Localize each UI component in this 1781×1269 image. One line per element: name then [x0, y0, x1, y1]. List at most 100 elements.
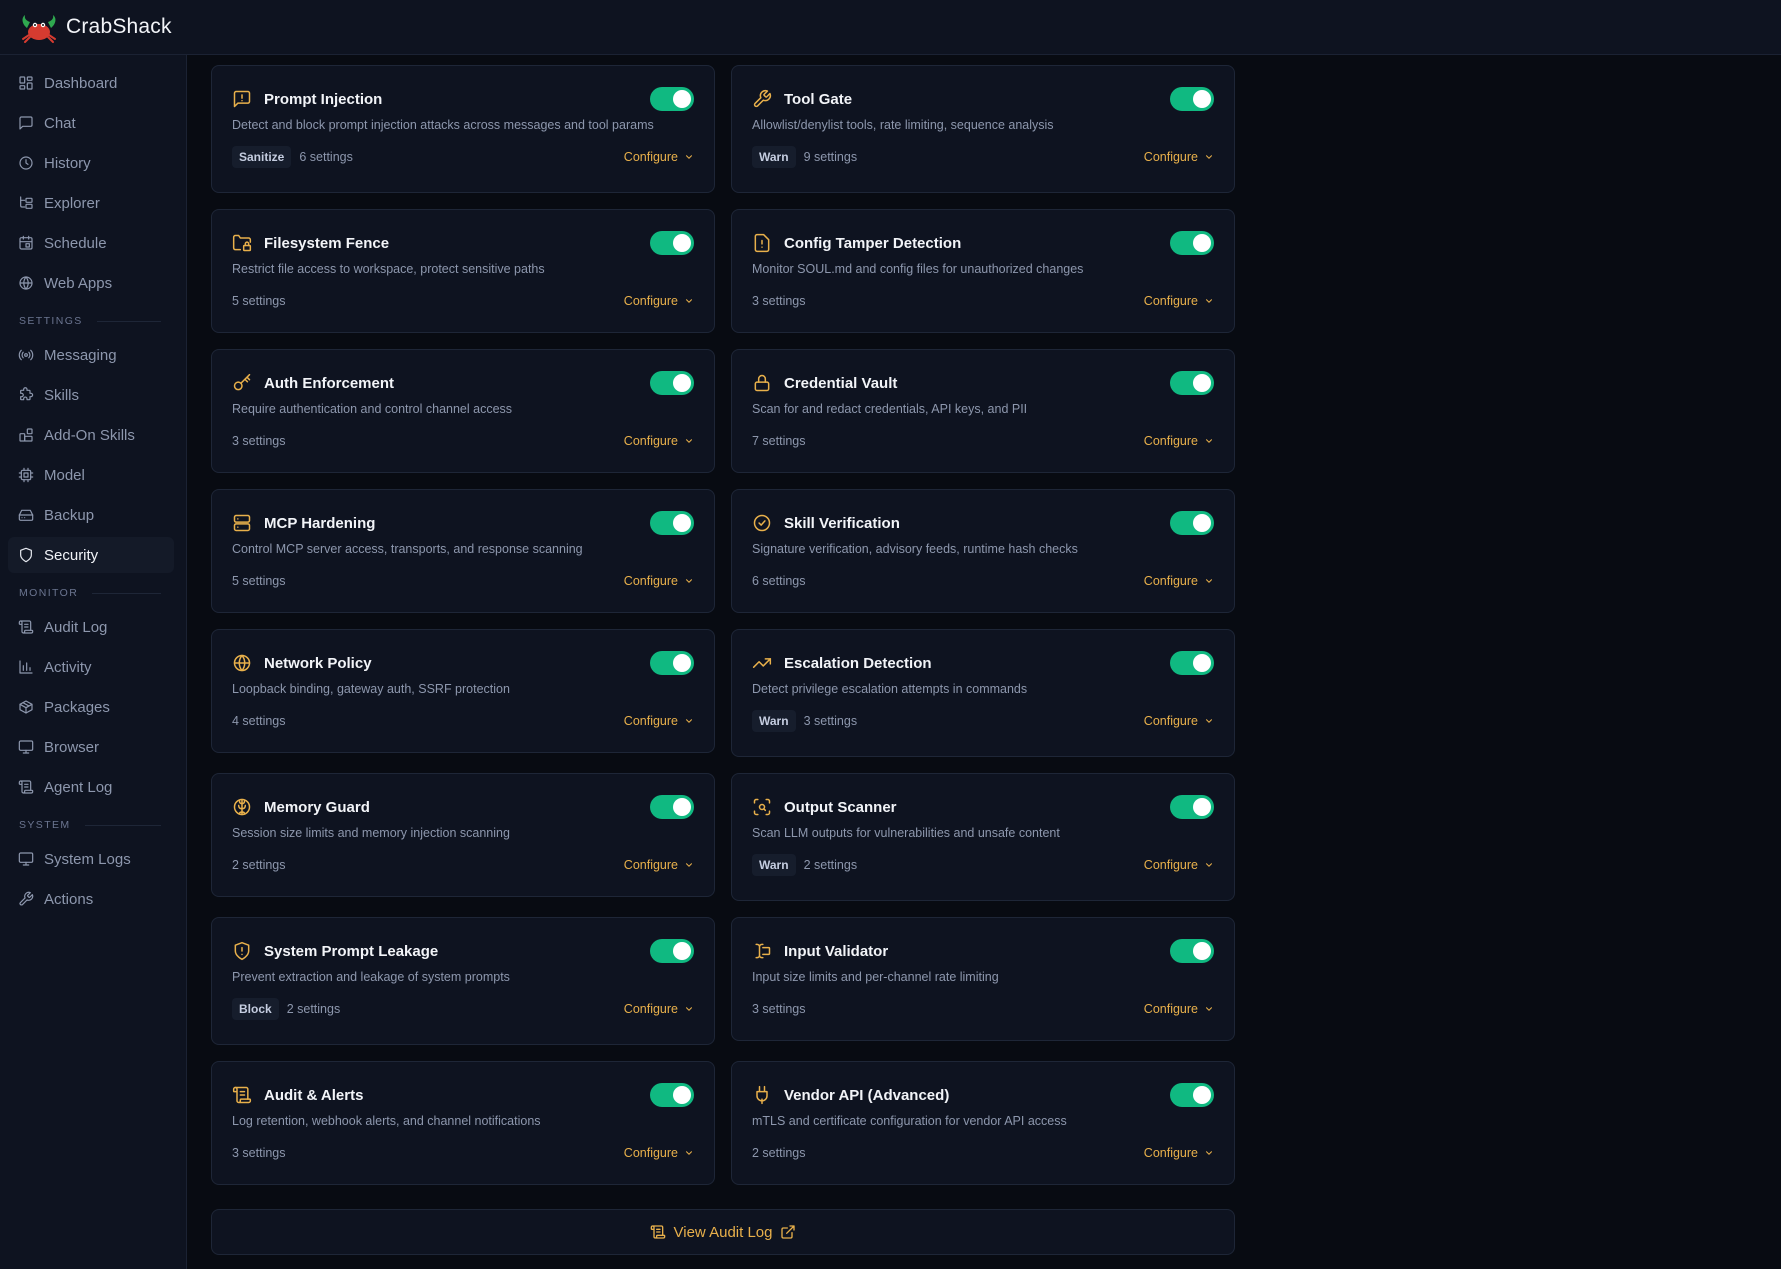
monitor-icon	[18, 852, 34, 866]
dashboard-icon	[19, 76, 33, 90]
module-toggle[interactable]	[1170, 1083, 1214, 1107]
configure-button[interactable]: Configure	[624, 858, 694, 872]
settings-count: 6 settings	[299, 150, 353, 164]
module-toggle[interactable]	[650, 651, 694, 675]
module-description: Restrict file access to workspace, prote…	[232, 262, 545, 276]
cpu-icon	[18, 467, 34, 483]
module-toggle[interactable]	[1170, 371, 1214, 395]
settings-count: 5 settings	[232, 574, 286, 588]
sidebar-item-skills[interactable]: Skills	[8, 377, 174, 413]
chevron-down-icon	[1205, 1007, 1213, 1011]
sidebar-item-label: Backup	[44, 506, 95, 524]
sidebar-item-agent-log[interactable]: Agent Log	[8, 769, 174, 805]
sidebar-item-actions[interactable]: Actions	[8, 881, 174, 917]
module-description: Log retention, webhook alerts, and chann…	[232, 1114, 541, 1128]
configure-button[interactable]: Configure	[624, 1002, 694, 1016]
module-toggle[interactable]	[650, 511, 694, 535]
module-toggle[interactable]	[650, 939, 694, 963]
module-toggle[interactable]	[650, 1083, 694, 1107]
configure-label: Configure	[1143, 574, 1198, 588]
view-audit-log-button[interactable]: View Audit Log	[211, 1209, 1235, 1255]
sidebar-item-web-apps[interactable]: Web Apps	[8, 265, 174, 301]
sidebar-item-messaging[interactable]: Messaging	[8, 337, 174, 373]
module-toggle[interactable]	[650, 231, 694, 255]
settings-count: 3 settings	[752, 1002, 806, 1016]
sidebar-item-chat[interactable]: Chat	[8, 105, 174, 141]
module-card-network-policy: Network Policy Loopback binding, gateway …	[211, 629, 715, 753]
configure-button[interactable]: Configure	[624, 294, 694, 308]
chevron-down-icon	[1205, 299, 1213, 303]
sidebar-item-packages[interactable]: Packages	[8, 689, 174, 725]
sidebar-item-explorer[interactable]: Explorer	[8, 185, 174, 221]
settings-count: 6 settings	[752, 574, 806, 588]
module-toggle[interactable]	[650, 87, 694, 111]
sidebar-item-label: Explorer	[44, 194, 100, 212]
sidebar-item-label: Schedule	[44, 234, 107, 252]
configure-button[interactable]: Configure	[1144, 294, 1214, 308]
module-description: Control MCP server access, transports, a…	[232, 542, 583, 556]
module-toggle[interactable]	[1170, 939, 1214, 963]
configure-button[interactable]: Configure	[624, 150, 694, 164]
module-description: Scan LLM outputs for vulnerabilities and…	[752, 826, 1060, 840]
blocks-icon	[19, 428, 33, 442]
sidebar-item-security[interactable]: Security	[8, 537, 174, 573]
configure-button[interactable]: Configure	[1144, 434, 1214, 448]
module-card-config-tamper-detection: Config Tamper Detection Monitor SOUL.md a…	[731, 209, 1235, 333]
sidebar-item-browser[interactable]: Browser	[8, 729, 174, 765]
configure-button[interactable]: Configure	[624, 434, 694, 448]
module-title: Filesystem Fence	[264, 234, 390, 252]
configure-button[interactable]: Configure	[1144, 1002, 1214, 1016]
module-title: Auth Enforcement	[264, 374, 395, 392]
sidebar-item-model[interactable]: Model	[8, 457, 174, 493]
configure-button[interactable]: Configure	[1144, 1146, 1214, 1160]
configure-button[interactable]: Configure	[1144, 574, 1214, 588]
mode-badge: Warn	[752, 710, 796, 732]
module-description: Loopback binding, gateway auth, SSRF pro…	[232, 682, 510, 696]
file-alert-icon	[754, 233, 770, 253]
module-toggle[interactable]	[1170, 795, 1214, 819]
module-card-mcp-hardening: MCP Hardening Control MCP server access, …	[211, 489, 715, 613]
configure-button[interactable]: Configure	[624, 714, 694, 728]
configure-button[interactable]: Configure	[1144, 150, 1214, 164]
module-title: Vendor API (Advanced)	[784, 1086, 950, 1104]
module-description: Input size limits and per-channel rate l…	[752, 970, 999, 984]
clock-icon	[19, 156, 33, 170]
crab-logo-icon	[22, 15, 56, 43]
sidebar-item-label: Actions	[44, 890, 94, 908]
module-toggle[interactable]	[650, 371, 694, 395]
module-title: Escalation Detection	[784, 654, 932, 672]
module-card-output-scanner: Output Scanner Scan LLM outputs for vulne…	[731, 773, 1235, 901]
sidebar-item-history[interactable]: History	[8, 145, 174, 181]
brain-icon	[233, 798, 251, 816]
sidebar-item-audit-log[interactable]: Audit Log	[8, 609, 174, 645]
module-card-system-prompt-leakage: System Prompt Leakage Prevent extraction …	[211, 917, 715, 1045]
module-toggle[interactable]	[1170, 651, 1214, 675]
sidebar-item-label: System Logs	[44, 850, 131, 868]
configure-label: Configure	[1143, 434, 1198, 448]
module-description: mTLS and certificate configuration for v…	[752, 1114, 1067, 1128]
module-title: Credential Vault	[784, 374, 898, 392]
configure-button[interactable]: Configure	[624, 574, 694, 588]
module-toggle[interactable]	[1170, 231, 1214, 255]
module-toggle[interactable]	[1170, 511, 1214, 535]
configure-button[interactable]: Configure	[1144, 858, 1214, 872]
module-toggle[interactable]	[650, 795, 694, 819]
sidebar-item-add-on-skills[interactable]: Add-On Skills	[8, 417, 174, 453]
sidebar-item-system-logs[interactable]: System Logs	[8, 841, 174, 877]
settings-count: 2 settings	[286, 1002, 341, 1016]
configure-button[interactable]: Configure	[1144, 714, 1214, 728]
settings-count: 2 settings	[803, 858, 858, 872]
module-toggle[interactable]	[1170, 87, 1214, 111]
chevron-down-icon	[685, 579, 693, 583]
scan-search-icon	[753, 798, 771, 816]
configure-button[interactable]: Configure	[624, 1146, 694, 1160]
globe-icon	[233, 654, 251, 672]
sidebar-item-activity[interactable]: Activity	[8, 649, 174, 685]
settings-count: 3 settings	[803, 714, 858, 728]
module-title: Config Tamper Detection	[784, 234, 962, 252]
module-title: Network Policy	[264, 654, 372, 672]
sidebar-item-schedule[interactable]: Schedule	[8, 225, 174, 261]
module-card-escalation-detection: Escalation Detection Detect privilege esc…	[731, 629, 1235, 757]
sidebar-item-dashboard[interactable]: Dashboard	[8, 65, 174, 101]
sidebar-item-backup[interactable]: Backup	[8, 497, 174, 533]
